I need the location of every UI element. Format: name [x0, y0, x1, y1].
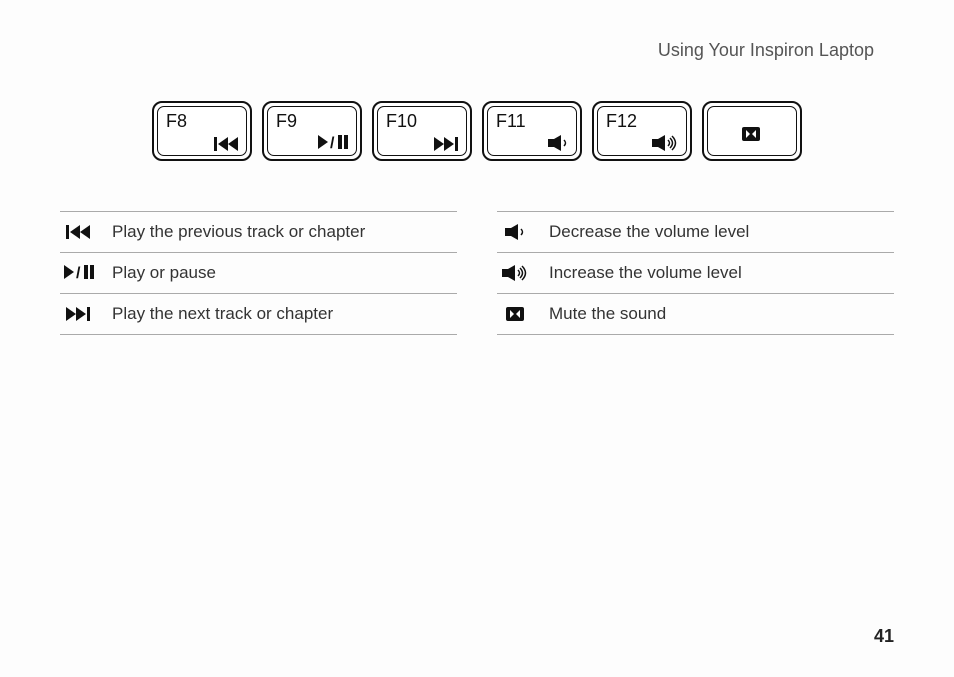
legend-row: Play the next track or chapter — [60, 294, 457, 335]
key-f10: F10 — [372, 101, 472, 161]
legend-text: Play the next track or chapter — [112, 304, 333, 324]
key-label: F8 — [166, 111, 187, 132]
legend-column-right: Decrease the volume level Increase the v… — [497, 211, 894, 335]
play-pause-icon — [64, 265, 94, 281]
legend-row: Play the previous track or chapter — [60, 211, 457, 253]
legend-row: Decrease the volume level — [497, 211, 894, 253]
play-pause-icon — [318, 135, 350, 151]
next-track-icon — [64, 307, 94, 321]
key-f9: F9 — [262, 101, 362, 161]
legend-table: Play the previous track or chapter Play … — [60, 211, 894, 335]
mute-icon — [742, 127, 762, 141]
key-label: F10 — [386, 111, 417, 132]
prev-track-icon — [64, 225, 94, 239]
key-f8: F8 — [152, 101, 252, 161]
key-f12: F12 — [592, 101, 692, 161]
legend-row: Play or pause — [60, 253, 457, 294]
prev-track-icon — [214, 137, 240, 151]
page-header: Using Your Inspiron Laptop — [60, 40, 874, 61]
volume-up-icon — [501, 265, 531, 281]
key-f11: F11 — [482, 101, 582, 161]
key-label: F11 — [496, 111, 526, 132]
legend-text: Decrease the volume level — [549, 222, 749, 242]
legend-text: Play the previous track or chapter — [112, 222, 365, 242]
page-number: 41 — [874, 626, 894, 647]
legend-row: Increase the volume level — [497, 253, 894, 294]
legend-text: Mute the sound — [549, 304, 666, 324]
next-track-icon — [434, 137, 460, 151]
volume-down-icon — [548, 135, 570, 151]
legend-row: Mute the sound — [497, 294, 894, 335]
volume-down-icon — [501, 224, 531, 240]
legend-text: Play or pause — [112, 263, 216, 283]
volume-up-icon — [652, 135, 680, 151]
function-keys-row: F8 F9 F10 F11 F12 — [60, 101, 894, 161]
key-mute — [702, 101, 802, 161]
mute-icon — [501, 307, 531, 321]
legend-text: Increase the volume level — [549, 263, 742, 283]
key-label: F12 — [606, 111, 637, 132]
legend-column-left: Play the previous track or chapter Play … — [60, 211, 457, 335]
key-label: F9 — [276, 111, 297, 132]
